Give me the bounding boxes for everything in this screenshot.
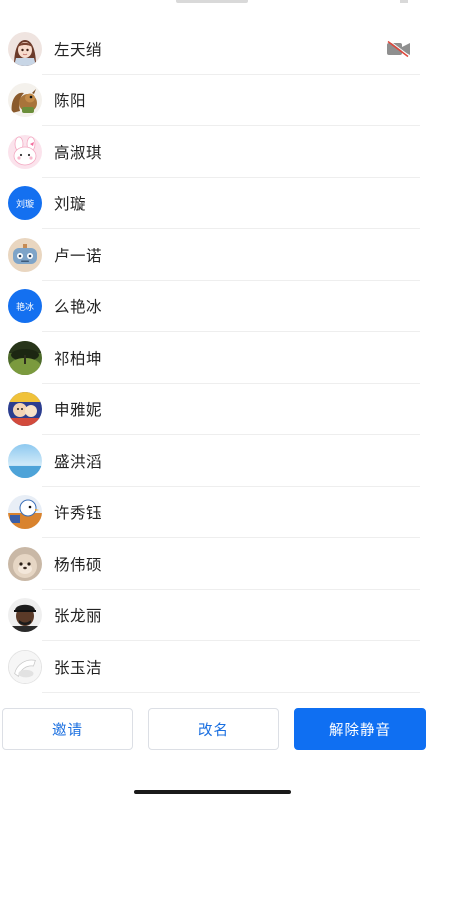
robot-avatar-icon bbox=[8, 237, 42, 272]
participant-name: 祁柏坤 bbox=[54, 349, 103, 368]
participant-row[interactable]: 张玉洁 bbox=[0, 641, 449, 693]
participant-name: 申雅妮 bbox=[54, 401, 103, 420]
action-bar: 邀请 改名 解除静音 bbox=[0, 708, 449, 752]
participant-row[interactable]: 艳冰 么艳冰 bbox=[0, 281, 449, 332]
participant-name: 么艳冰 bbox=[54, 298, 103, 317]
participant-name: 刘璇 bbox=[54, 195, 87, 214]
participant-name: 高淑琪 bbox=[54, 143, 103, 162]
participant-row[interactable]: 左天绡 bbox=[0, 23, 449, 75]
avatar-initials: 艳冰 bbox=[15, 302, 34, 313]
participant-row[interactable]: 盛洪滔 bbox=[0, 435, 449, 487]
avatar bbox=[8, 237, 42, 272]
cartoon-bird-avatar-icon bbox=[8, 495, 42, 530]
participant-row[interactable]: 申雅妮 bbox=[0, 384, 449, 435]
avatar: 刘璇 bbox=[8, 186, 42, 221]
participant-row[interactable]: 杨伟硕 bbox=[0, 538, 449, 590]
participant-name: 张龙丽 bbox=[54, 607, 103, 626]
video-off-icon[interactable] bbox=[386, 39, 412, 58]
title-fragment bbox=[176, 0, 248, 3]
avatar bbox=[8, 649, 42, 684]
avatar bbox=[8, 31, 42, 66]
avatar bbox=[8, 443, 42, 478]
colorful-cartoon-avatar-icon bbox=[8, 392, 42, 427]
avatar bbox=[8, 495, 42, 530]
top-edge-fragment bbox=[0, 0, 449, 8]
white-object-avatar-icon bbox=[9, 650, 41, 683]
avatar: 艳冰 bbox=[8, 289, 42, 324]
participant-name: 许秀钰 bbox=[54, 504, 103, 523]
participant-row[interactable]: 张龙丽 bbox=[0, 590, 449, 641]
participant-row[interactable]: 陈阳 bbox=[0, 75, 449, 126]
avatar bbox=[8, 598, 42, 633]
green-landscape-avatar-icon bbox=[8, 340, 42, 375]
avatar bbox=[8, 340, 42, 375]
pet-avatar-icon bbox=[8, 546, 42, 581]
pink-bunny-avatar-icon bbox=[8, 134, 42, 169]
participant-list: 左天绡 陈阳 高淑琪 刘璇 刘璇 卢一诺 艳冰 么艳冰 祁柏坤 申雅妮 盛洪滔 … bbox=[0, 23, 449, 693]
home-indicator[interactable] bbox=[134, 790, 291, 794]
person-cap-avatar-icon bbox=[8, 598, 42, 633]
unmute-button[interactable]: 解除静音 bbox=[294, 708, 426, 750]
participant-row[interactable]: 许秀钰 bbox=[0, 487, 449, 538]
anime-girl-avatar-icon bbox=[8, 31, 42, 66]
avatar-initials: 刘璇 bbox=[15, 199, 34, 210]
participant-name: 左天绡 bbox=[54, 40, 103, 59]
participant-row[interactable]: 刘璇 刘璇 bbox=[0, 178, 449, 229]
close-fragment bbox=[400, 0, 408, 3]
participant-name: 杨伟硕 bbox=[54, 555, 103, 574]
squirrel-avatar-icon bbox=[8, 83, 42, 118]
participant-name: 卢一诺 bbox=[54, 246, 103, 265]
sky-sea-avatar-icon bbox=[8, 443, 42, 478]
participant-name: 张玉洁 bbox=[54, 658, 103, 677]
participant-row[interactable]: 高淑琪 bbox=[0, 126, 449, 178]
avatar bbox=[8, 546, 42, 581]
invite-button[interactable]: 邀请 bbox=[2, 708, 133, 750]
avatar bbox=[8, 134, 42, 169]
avatar bbox=[8, 83, 42, 118]
participant-name: 盛洪滔 bbox=[54, 452, 103, 471]
participant-row[interactable]: 卢一诺 bbox=[0, 229, 449, 281]
participant-row[interactable]: 祁柏坤 bbox=[0, 332, 449, 384]
rename-button[interactable]: 改名 bbox=[148, 708, 279, 750]
participant-name: 陈阳 bbox=[54, 92, 87, 111]
row-divider bbox=[42, 691, 420, 693]
avatar bbox=[8, 392, 42, 427]
